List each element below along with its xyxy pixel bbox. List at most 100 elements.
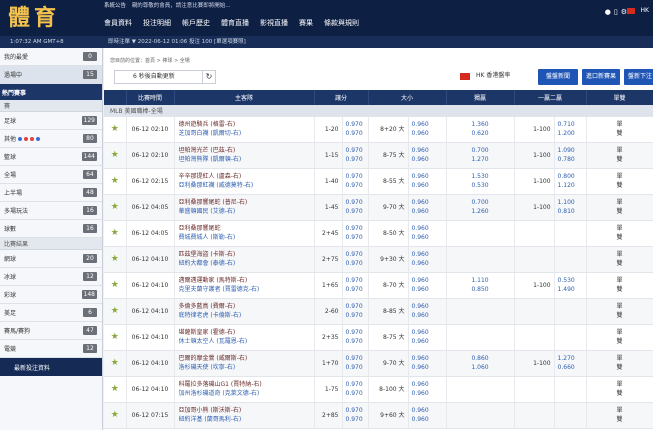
- winmargin-odds-home[interactable]: 1.270: [558, 354, 586, 363]
- even-option[interactable]: 雙: [587, 207, 653, 216]
- sidebar-item-multi[interactable]: 多場玩法 16: [0, 202, 102, 220]
- handicap-odds-home[interactable]: 0.970: [346, 120, 368, 129]
- odd-option[interactable]: 單: [587, 276, 653, 285]
- odd-option[interactable]: 單: [587, 120, 653, 129]
- odd-option[interactable]: 單: [587, 250, 653, 259]
- handicap-odds-away[interactable]: 0.970: [346, 129, 368, 138]
- under-odds[interactable]: 0.960: [412, 129, 446, 138]
- handicap-odds-home[interactable]: 0.970: [346, 172, 368, 181]
- over-odds[interactable]: 0.960: [412, 328, 446, 337]
- under-odds[interactable]: 0.960: [412, 389, 446, 398]
- moneyline-away[interactable]: 0.850: [447, 285, 514, 294]
- handicap-odds-home[interactable]: 0.970: [346, 302, 368, 311]
- under-odds[interactable]: 0.960: [412, 207, 446, 216]
- sidebar-item-icehockey[interactable]: 冰球 12: [0, 268, 102, 286]
- odd-option[interactable]: 單: [587, 172, 653, 181]
- sidebar-item-favorites[interactable]: 我的最愛 0: [0, 48, 102, 66]
- nav-terms[interactable]: 條款與規則: [324, 17, 359, 29]
- odd-option[interactable]: 單: [587, 198, 653, 207]
- handicap-odds-away[interactable]: 0.970: [346, 155, 368, 164]
- moneyline-home[interactable]: 0.860: [447, 354, 514, 363]
- sidebar-item-lottery[interactable]: 彩球 148: [0, 286, 102, 304]
- handicap-odds-away[interactable]: 0.970: [346, 181, 368, 190]
- moneyline-home[interactable]: 1.110: [447, 276, 514, 285]
- favorite-star-icon[interactable]: ★: [104, 324, 127, 351]
- handicap-odds-away[interactable]: 0.970: [346, 363, 368, 372]
- favorite-star-icon[interactable]: ★: [104, 116, 127, 143]
- place-bet-button[interactable]: 盤新下注: [624, 69, 653, 85]
- bet-info[interactable]: 即時注單 ▼ 2022-06-12 01:06 投注 100 [單選項賽照]: [108, 36, 246, 48]
- even-option[interactable]: 雙: [587, 129, 653, 138]
- over-odds[interactable]: 0.960: [412, 302, 446, 311]
- refresh-icon[interactable]: ↻: [202, 70, 216, 84]
- handicap-odds-home[interactable]: 0.970: [346, 146, 368, 155]
- favorite-star-icon[interactable]: ★: [104, 142, 127, 169]
- under-odds[interactable]: 0.960: [412, 181, 446, 190]
- under-odds[interactable]: 0.960: [412, 415, 446, 424]
- favorite-star-icon[interactable]: ★: [104, 246, 127, 273]
- favorite-star-icon[interactable]: ★: [104, 194, 127, 221]
- moneyline-away[interactable]: 1.260: [447, 207, 514, 216]
- hk-flag-icon[interactable]: [627, 8, 635, 14]
- odd-option[interactable]: 單: [587, 328, 653, 337]
- language-selector[interactable]: HK: [641, 7, 649, 14]
- sidebar-item-baseball[interactable]: 籃球 144: [0, 148, 102, 166]
- sidebar-item-racing[interactable]: 賽馬/賽狗 47: [0, 322, 102, 340]
- over-odds[interactable]: 0.960: [412, 120, 446, 129]
- user-icon[interactable]: ●: [605, 8, 611, 16]
- winmargin-odds-away[interactable]: 0.810: [558, 207, 586, 216]
- over-odds[interactable]: 0.960: [412, 172, 446, 181]
- moneyline-home[interactable]: 1.360: [447, 120, 514, 129]
- under-odds[interactable]: 0.960: [412, 155, 446, 164]
- even-option[interactable]: 雙: [587, 233, 653, 242]
- over-odds[interactable]: 0.960: [412, 380, 446, 389]
- even-option[interactable]: 雙: [587, 415, 653, 424]
- handicap-odds-away[interactable]: 0.970: [346, 337, 368, 346]
- even-option[interactable]: 雙: [587, 155, 653, 164]
- under-odds[interactable]: 0.960: [412, 259, 446, 268]
- handicap-odds-away[interactable]: 0.970: [346, 415, 368, 424]
- winmargin-odds-home[interactable]: 1.090: [558, 146, 586, 155]
- handicap-odds-away[interactable]: 0.970: [346, 207, 368, 216]
- handicap-odds-away[interactable]: 0.970: [346, 259, 368, 268]
- winmargin-odds-away[interactable]: 0.780: [558, 155, 586, 164]
- even-option[interactable]: 雙: [587, 389, 653, 398]
- brand-logo[interactable]: 體育: [8, 2, 100, 34]
- moneyline-home[interactable]: 0.700: [447, 198, 514, 207]
- nav-results[interactable]: 賽果: [299, 17, 313, 29]
- sidebar-item-inplay[interactable]: 過場中 15: [0, 66, 102, 84]
- nav-account-history[interactable]: 帳戶歷史: [182, 17, 210, 29]
- mobile-icon[interactable]: ▯: [614, 8, 618, 16]
- nav-member-info[interactable]: 會員資料: [104, 17, 132, 29]
- over-odds[interactable]: 0.960: [412, 354, 446, 363]
- odd-option[interactable]: 單: [587, 146, 653, 155]
- sidebar-sub-header-results[interactable]: 比賽結果: [0, 238, 102, 250]
- handicap-odds-away[interactable]: 0.970: [346, 233, 368, 242]
- winmargin-odds-home[interactable]: 0.530: [558, 276, 586, 285]
- sidebar-item-tennis[interactable]: 網球 20: [0, 250, 102, 268]
- nav-sports-live[interactable]: 體育直播: [221, 17, 249, 29]
- under-odds[interactable]: 0.960: [412, 311, 446, 320]
- handicap-odds-away[interactable]: 0.970: [346, 311, 368, 320]
- results-button[interactable]: 進口新賽果: [582, 69, 620, 85]
- favorite-star-icon[interactable]: ★: [104, 298, 127, 325]
- winmargin-odds-home[interactable]: 1.100: [558, 198, 586, 207]
- league-row[interactable]: MLB 美國職棒-全場: [104, 105, 653, 117]
- over-odds[interactable]: 0.960: [412, 250, 446, 259]
- sidebar-item-other[interactable]: 其他 80: [0, 130, 102, 148]
- even-option[interactable]: 雙: [587, 337, 653, 346]
- winmargin-odds-home[interactable]: 0.710: [558, 120, 586, 129]
- over-odds[interactable]: 0.960: [412, 224, 446, 233]
- moneyline-home[interactable]: 1.530: [447, 172, 514, 181]
- nav-video-live[interactable]: 影視直播: [260, 17, 288, 29]
- sidebar-item-football[interactable]: 足球 129: [0, 112, 102, 130]
- even-option[interactable]: 雙: [587, 285, 653, 294]
- even-option[interactable]: 雙: [587, 363, 653, 372]
- odd-option[interactable]: 單: [587, 380, 653, 389]
- sidebar-item-esports[interactable]: 電競 12: [0, 340, 102, 358]
- favorite-star-icon[interactable]: ★: [104, 402, 127, 429]
- handicap-odds-home[interactable]: 0.970: [346, 406, 368, 415]
- winmargin-odds-away[interactable]: 1.120: [558, 181, 586, 190]
- winmargin-odds-away[interactable]: 0.660: [558, 363, 586, 372]
- even-option[interactable]: 雙: [587, 311, 653, 320]
